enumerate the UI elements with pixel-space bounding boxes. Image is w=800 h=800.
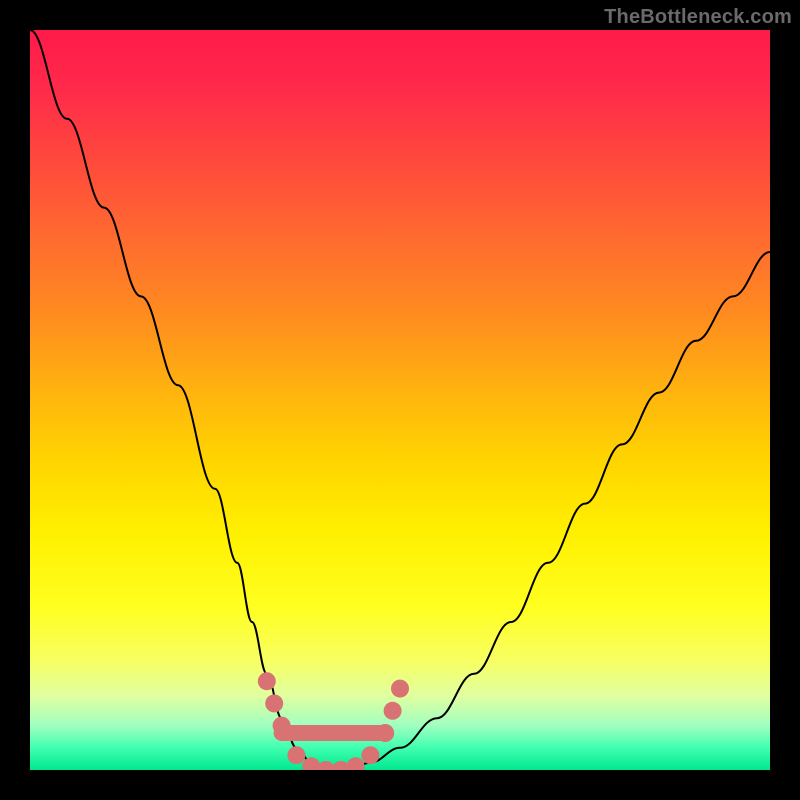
marker-dot: [265, 694, 283, 712]
chart-frame: TheBottleneck.com: [0, 0, 800, 800]
plot-area: [30, 30, 770, 770]
marker-dot: [287, 746, 305, 764]
marker-dot: [361, 746, 379, 764]
marker-dot: [391, 680, 409, 698]
marker-dot: [273, 717, 291, 735]
marker-dot: [376, 724, 394, 742]
marker-dot: [384, 702, 402, 720]
curve-left: [30, 30, 326, 770]
curve-svg: [30, 30, 770, 770]
marker-dot: [347, 757, 365, 770]
marker-dot: [258, 672, 276, 690]
watermark-text: TheBottleneck.com: [604, 6, 792, 29]
